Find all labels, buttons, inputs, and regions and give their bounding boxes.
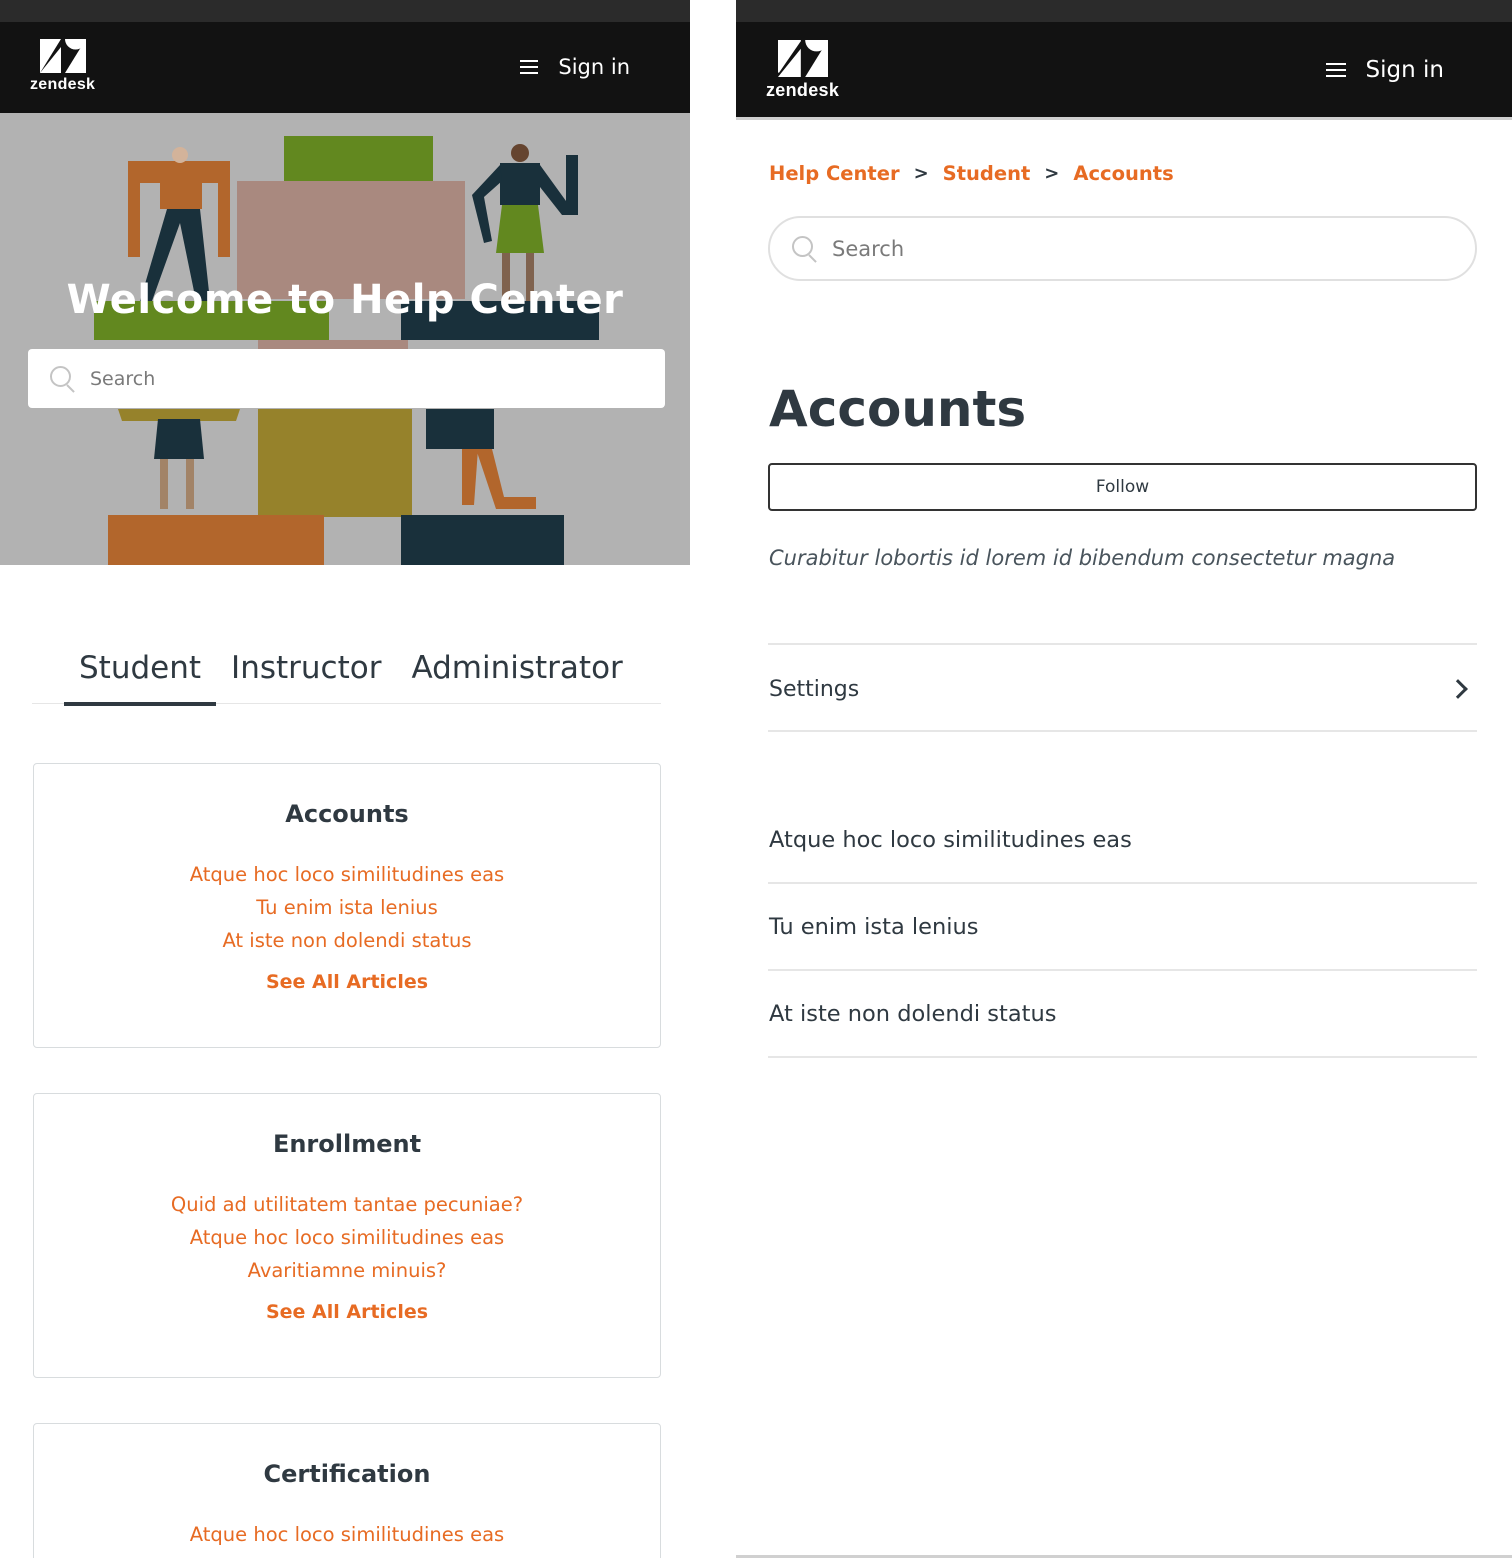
section-search-box[interactable] [768,216,1477,281]
site-header: zendesk Sign in [0,22,690,113]
search-icon [50,365,76,393]
breadcrumb-student[interactable]: Student [943,162,1031,185]
logo-text: zendesk [30,76,96,93]
hero-search-input[interactable] [90,367,590,390]
hero-search-box[interactable] [28,349,665,408]
see-all-articles-link[interactable]: See All Articles [34,971,660,993]
article-link[interactable]: Quid ad utilitatem tantae pecuniae? [34,1188,660,1221]
sign-in-link[interactable]: Sign in [1366,57,1444,83]
sign-in-link[interactable]: Sign in [558,55,630,79]
section-search-input[interactable] [832,236,1332,261]
article-item[interactable]: Tu enim ista lenius [768,884,1477,970]
article-link[interactable]: Avaritiamne minuis? [34,1254,660,1287]
card-title: Certification [263,1460,431,1488]
article-item[interactable]: Atque hoc loco similitudines eas [768,797,1477,883]
follow-button[interactable]: Follow [768,463,1477,511]
section-title: Accounts [769,380,1027,438]
breadcrumb-separator: > [913,163,929,184]
hamburger-menu-icon[interactable] [520,60,539,74]
article-link[interactable]: Atque hoc loco similitudines eas [34,1221,660,1254]
divider [768,1056,1477,1058]
zendesk-logo-icon [39,39,86,73]
tab-instructor[interactable]: Instructor [216,640,396,704]
breadcrumb-separator: > [1044,163,1060,184]
card-title: Enrollment [272,1130,422,1158]
hamburger-menu-icon[interactable] [1325,63,1346,77]
category-card-accounts: Accounts Atque hoc loco similitudines ea… [33,763,661,1048]
category-card-certification: Certification Atque hoc loco similitudin… [33,1423,661,1558]
chevron-right-icon [1448,679,1468,699]
status-strip [736,0,1512,22]
category-card-enrollment: Enrollment Quid ad utilitatem tantae pec… [33,1093,661,1378]
zendesk-logo[interactable]: zendesk [766,40,839,101]
zendesk-logo-icon [777,40,828,77]
article-link[interactable]: Atque hoc loco similitudines eas [34,1518,660,1551]
hero-illustration [0,113,690,565]
article-link[interactable]: At iste non dolendi status [34,924,660,957]
logo-text: zendesk [766,80,840,100]
home-screen: zendesk Sign in Welcome to Help Center S… [0,0,690,1558]
breadcrumb-accounts[interactable]: Accounts [1073,162,1173,185]
article-link[interactable]: Atque hoc loco similitudines eas [34,858,660,891]
audience-tabs: Student Instructor Administrator [32,640,661,706]
tab-administrator[interactable]: Administrator [396,640,637,704]
zendesk-logo[interactable]: zendesk [30,39,95,94]
breadcrumb-help-center[interactable]: Help Center [769,162,900,185]
header-menu: Sign in [1325,57,1444,83]
status-strip [0,0,690,22]
hero-title: Welcome to Help Center [66,277,624,323]
site-header: zendesk Sign in [736,22,1512,120]
section-description: Curabitur lobortis id lorem id bibendum … [769,546,1396,570]
tab-student[interactable]: Student [64,640,217,706]
search-icon [792,235,818,263]
breadcrumb: Help Center > Student > Accounts [769,162,1174,185]
header-menu: Sign in [520,55,630,79]
hero-banner: Welcome to Help Center [0,113,690,565]
subsection-label: Settings [769,676,860,702]
article-link[interactable]: Tu enim ista lenius [34,891,660,924]
section-screen: zendesk Sign in Help Center > Student > … [736,0,1512,1558]
divider [768,643,1477,645]
divider [768,730,1477,732]
card-title: Accounts [285,800,409,828]
article-item[interactable]: At iste non dolendi status [768,971,1477,1057]
subsection-settings[interactable]: Settings [768,646,1477,732]
see-all-articles-link[interactable]: See All Articles [34,1301,660,1323]
